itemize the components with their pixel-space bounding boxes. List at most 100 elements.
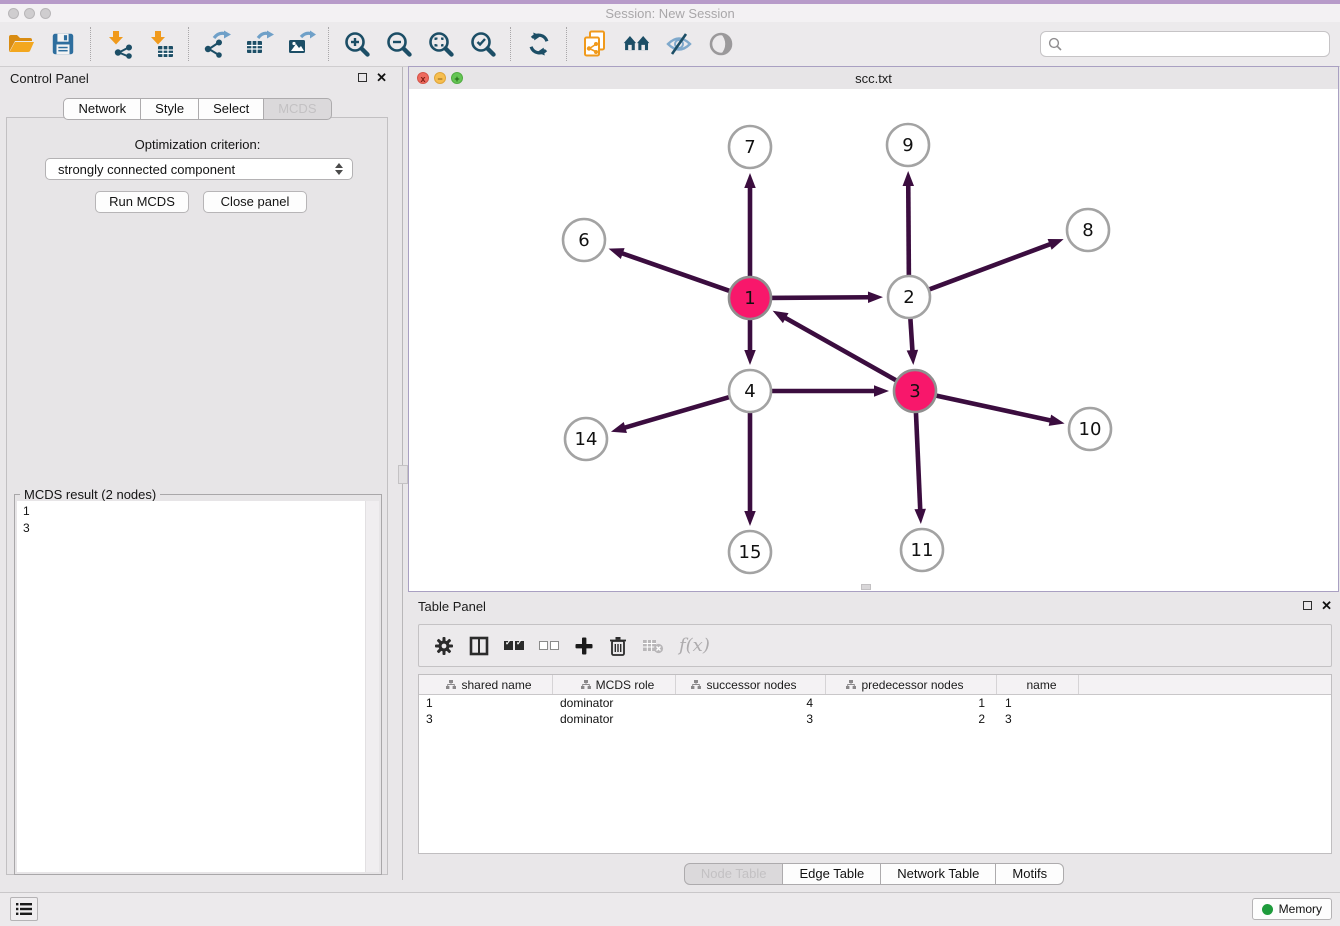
panel-splitter[interactable] bbox=[395, 67, 408, 880]
checked-box-icon bbox=[515, 641, 524, 650]
close-panel-icon[interactable]: ✕ bbox=[376, 73, 387, 82]
network-canvas-svg[interactable]: 7968124314101511 bbox=[409, 89, 1338, 591]
mcds-result-box: MCDS result (2 nodes) 1 3 bbox=[14, 494, 382, 875]
export-network-button[interactable] bbox=[202, 29, 232, 59]
toolbar-separator bbox=[188, 27, 190, 61]
save-session-button[interactable] bbox=[48, 29, 78, 59]
home-button[interactable] bbox=[622, 29, 652, 59]
network-window-titlebar[interactable]: x − + scc.txt bbox=[409, 67, 1338, 90]
eye-icon bbox=[707, 30, 735, 58]
float-panel-icon[interactable] bbox=[358, 73, 367, 82]
graph-edge-arrowhead bbox=[611, 422, 627, 433]
deselect-all-rows-button[interactable] bbox=[539, 641, 559, 650]
home-icon bbox=[622, 30, 652, 58]
save-floppy-icon bbox=[50, 31, 76, 57]
tab-mcds[interactable]: MCDS bbox=[264, 98, 331, 120]
unchecked-box-icon bbox=[539, 641, 548, 650]
tab-style[interactable]: Style bbox=[141, 98, 199, 120]
tab-network-table[interactable]: Network Table bbox=[881, 863, 996, 885]
network-view-window: x − + scc.txt 7968124314101511 bbox=[408, 66, 1339, 592]
control-panel: Control Panel ✕ Network Style Select MCD… bbox=[0, 67, 395, 880]
tab-network[interactable]: Network bbox=[63, 98, 141, 120]
tree-icon bbox=[446, 680, 456, 689]
column-header-successor-nodes[interactable]: successor nodes bbox=[676, 675, 826, 694]
graph-edge-arrowhead bbox=[1049, 415, 1065, 426]
export-image-button[interactable] bbox=[286, 29, 316, 59]
column-header-name[interactable]: name bbox=[997, 675, 1079, 694]
graph-edge-1-2[interactable] bbox=[767, 297, 870, 298]
checked-box-icon bbox=[504, 641, 513, 650]
graph-edge-2-9[interactable] bbox=[908, 184, 909, 280]
unchecked-box-icon bbox=[550, 641, 559, 650]
graph-edge-3-10[interactable] bbox=[932, 395, 1052, 421]
hide-panel-button[interactable] bbox=[664, 29, 694, 59]
network-window-resize-grip[interactable] bbox=[861, 584, 871, 590]
zoom-fit-button[interactable] bbox=[426, 29, 456, 59]
zoom-in-icon bbox=[342, 29, 372, 59]
graph-edge-1-6[interactable] bbox=[621, 253, 734, 293]
table-row[interactable]: 1 dominator 4 1 1 bbox=[419, 695, 1331, 711]
toolbar-separator bbox=[510, 27, 512, 61]
delete-row-button[interactable] bbox=[609, 636, 627, 656]
show-panel-button[interactable] bbox=[706, 29, 736, 59]
graph-edge-arrowhead bbox=[744, 173, 756, 188]
duplicate-network-button[interactable] bbox=[580, 29, 610, 59]
graph-edge-2-8[interactable] bbox=[925, 244, 1052, 291]
close-table-panel-icon[interactable]: ✕ bbox=[1321, 601, 1332, 610]
dropdown-selected-value: strongly connected component bbox=[58, 162, 335, 177]
table-row[interactable]: 3 dominator 3 2 3 bbox=[419, 711, 1331, 727]
tab-edge-table[interactable]: Edge Table bbox=[783, 863, 881, 885]
splitter-grip[interactable] bbox=[398, 465, 408, 484]
add-row-button[interactable] bbox=[574, 636, 594, 656]
graph-node-label-1: 1 bbox=[744, 288, 755, 309]
search-input[interactable] bbox=[1066, 33, 1329, 55]
memory-status-icon bbox=[1262, 904, 1273, 915]
zoom-out-button[interactable] bbox=[384, 29, 414, 59]
import-table-button[interactable] bbox=[146, 29, 176, 59]
refresh-icon bbox=[525, 30, 553, 58]
run-mcds-button[interactable]: Run MCDS bbox=[95, 191, 189, 213]
graph-edge-3-1[interactable] bbox=[784, 317, 900, 383]
control-panel-tabs: Network Style Select MCDS bbox=[0, 98, 395, 120]
column-chooser-button[interactable] bbox=[469, 636, 489, 656]
optimization-criterion-select[interactable]: strongly connected component bbox=[45, 158, 353, 180]
column-header-predecessor-nodes[interactable]: predecessor nodes bbox=[826, 675, 997, 694]
graph-edge-4-14[interactable] bbox=[623, 396, 733, 428]
zoom-in-button[interactable] bbox=[342, 29, 372, 59]
global-search[interactable] bbox=[1040, 31, 1330, 57]
graph-node-label-2: 2 bbox=[903, 287, 914, 308]
eye-slash-icon bbox=[664, 30, 694, 58]
mcds-result-text[interactable]: 1 3 bbox=[17, 501, 366, 872]
zoom-selected-icon bbox=[468, 29, 498, 59]
close-panel-button[interactable]: Close panel bbox=[203, 191, 307, 213]
graph-node-label-4: 4 bbox=[744, 381, 755, 402]
table-toolbar: f(x) bbox=[418, 624, 1332, 667]
tab-motifs[interactable]: Motifs bbox=[996, 863, 1064, 885]
float-table-panel-icon[interactable] bbox=[1303, 601, 1312, 610]
table-panel: Table Panel ✕ f(x) bbox=[408, 595, 1340, 890]
result-scrollbar[interactable] bbox=[365, 501, 379, 872]
tree-icon bbox=[691, 680, 701, 689]
table-settings-button[interactable] bbox=[434, 636, 454, 656]
import-network-button[interactable] bbox=[104, 29, 134, 59]
toolbar-separator bbox=[90, 27, 92, 61]
dropdown-stepper-icon bbox=[335, 163, 343, 175]
open-session-button[interactable] bbox=[6, 29, 36, 59]
zoom-selected-button[interactable] bbox=[468, 29, 498, 59]
graph-edge-2-3[interactable] bbox=[910, 314, 912, 352]
column-header-shared-name[interactable]: shared name bbox=[419, 675, 553, 694]
column-header-mcds-role[interactable]: MCDS role bbox=[553, 675, 676, 694]
task-history-button[interactable] bbox=[10, 897, 38, 921]
graph-edge-arrowhead bbox=[903, 171, 914, 186]
toolbar-separator bbox=[566, 27, 568, 61]
export-table-button[interactable] bbox=[244, 29, 274, 59]
graph-edge-3-11[interactable] bbox=[916, 408, 921, 511]
tab-node-table[interactable]: Node Table bbox=[684, 863, 784, 885]
memory-button[interactable]: Memory bbox=[1252, 898, 1332, 920]
columns-icon bbox=[469, 636, 489, 656]
tab-select[interactable]: Select bbox=[199, 98, 264, 120]
graph-edge-arrowhead bbox=[874, 385, 889, 397]
refresh-button[interactable] bbox=[524, 29, 554, 59]
graph-node-label-14: 14 bbox=[575, 429, 598, 450]
select-all-rows-button[interactable] bbox=[504, 641, 524, 650]
